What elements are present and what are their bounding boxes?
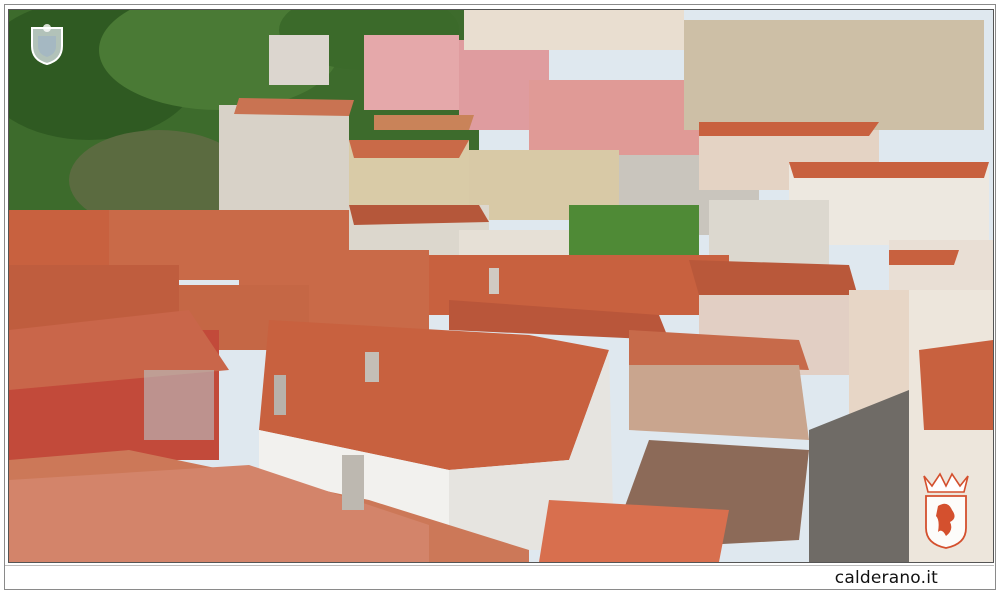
coat-of-arms-icon: [923, 472, 969, 549]
site-caption: calderano.it: [834, 568, 938, 588]
town-photo: [8, 9, 994, 563]
municipal-crest-icon: [31, 24, 63, 66]
